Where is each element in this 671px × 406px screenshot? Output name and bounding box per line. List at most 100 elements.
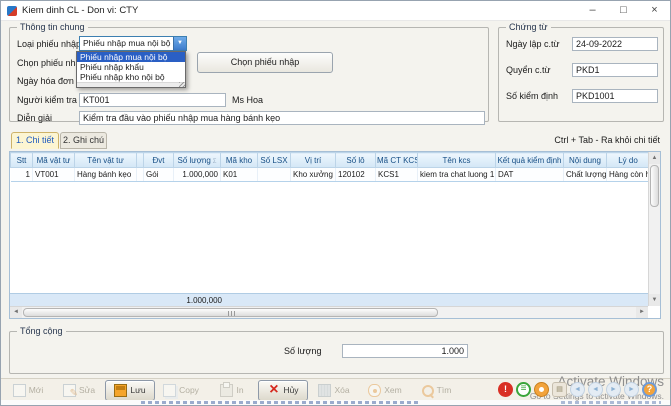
tab-ghi-chu[interactable]: 2. Ghi chú — [60, 132, 107, 149]
cell-ma-kho[interactable]: K01 — [221, 168, 258, 182]
cell-so-luong[interactable]: 1.000,000 — [174, 168, 221, 182]
cell-vi-tri[interactable]: Kho xưởng — [291, 168, 336, 182]
close-button[interactable]: × — [639, 1, 670, 21]
minimize-button[interactable]: – — [577, 1, 608, 21]
col-header-ket-qua[interactable]: Kết quả kiểm định — [496, 153, 564, 168]
find-button[interactable]: Tìm — [411, 380, 461, 401]
nav-prev-icon[interactable]: ◄ — [588, 382, 603, 397]
col-header-ly-do[interactable]: Lý do — [607, 153, 650, 168]
hscroll-thumb[interactable] — [23, 308, 438, 317]
scroll-left-icon[interactable]: ◄ — [10, 307, 22, 318]
nav-first-icon[interactable]: ◄ — [570, 382, 585, 397]
dropdown-option[interactable]: Phiếu nhập khẩu — [77, 62, 185, 72]
cell-so-lsx[interactable] — [258, 168, 291, 182]
total-group-title: Tổng cộng — [17, 326, 66, 336]
chon-phieu-nhap-button[interactable]: Chọn phiếu nhập — [197, 52, 333, 73]
help-icon[interactable]: ? — [642, 382, 657, 397]
chungtu-group-title: Chứng từ — [506, 22, 551, 32]
col-header-so-luong[interactable]: Số lượngΣ — [174, 153, 221, 168]
col-header-stt[interactable]: Stt — [11, 153, 33, 168]
vertical-scrollbar[interactable]: ▲ ▼ — [648, 152, 660, 306]
chungtu-group: Chứng từ Ngày lập c.từ 24-09-2022 Quyển … — [498, 27, 664, 122]
nav-next-icon[interactable]: ► — [606, 382, 621, 397]
notes-icon[interactable]: ▤ — [552, 382, 567, 397]
list-icon[interactable]: ≡ — [516, 382, 531, 397]
sort-indicator-icon: Σ — [213, 159, 217, 165]
dropdown-footer — [77, 82, 185, 87]
loai-phieu-nhap-combobox[interactable]: Phiếu nhập mua nội bộ ▼ — [79, 36, 187, 51]
maximize-button[interactable]: □ — [608, 1, 639, 21]
col-header-so-lo[interactable]: Số lô — [336, 153, 376, 168]
trash-icon — [318, 384, 331, 397]
window-title: Kiem dinh CL - Don vi: CTY — [22, 5, 138, 16]
cell-ten-kcs[interactable]: kiem tra chat luong 1 — [418, 168, 496, 182]
save-button[interactable]: Lưu — [105, 380, 155, 401]
cell-so-lo[interactable]: 120102 — [336, 168, 376, 182]
col-header-ma-ct-kcs[interactable]: Mã CT KCS — [376, 153, 418, 168]
scroll-down-icon[interactable]: ▼ — [649, 294, 660, 306]
total-group: Tổng cộng Số lượng 1.000 — [9, 331, 664, 374]
cell-ma-ct-kcs[interactable]: KCS1 — [376, 168, 418, 182]
grid-summary-row: 1.000,000 — [10, 293, 648, 306]
error-icon[interactable]: ! — [498, 382, 513, 397]
col-header-dvt[interactable]: Đvt — [144, 153, 174, 168]
total-so-luong-input[interactable]: 1.000 — [342, 344, 468, 358]
col-header-ma-kho[interactable]: Mã kho — [221, 153, 258, 168]
copy-button[interactable]: Copy — [156, 380, 206, 401]
eye-icon — [368, 384, 381, 397]
nav-last-icon[interactable]: ► — [624, 382, 639, 397]
resize-grip-icon[interactable] — [179, 82, 185, 87]
tab-chi-tiet[interactable]: 1. Chi tiết — [11, 132, 59, 149]
view-button[interactable]: Xem — [360, 380, 410, 401]
quyen-ctu-label: Quyển c.từ — [506, 65, 551, 75]
print-button[interactable]: In — [207, 380, 257, 401]
table-row[interactable]: 1 VT001 Hàng bánh kẹo Gói 1.000,000 K01 … — [11, 168, 650, 182]
ngay-lap-ctu-input[interactable]: 24-09-2022 — [572, 37, 658, 51]
nguoi-kiem-tra-name: Ms Hoa — [232, 95, 263, 105]
cell-dvt[interactable]: Gói — [144, 168, 174, 182]
new-page-icon — [13, 384, 26, 397]
scroll-right-icon[interactable]: ► — [636, 307, 648, 318]
quyen-ctu-input[interactable]: PKD1 — [572, 63, 658, 77]
col-header-ten-kcs[interactable]: Tên kcs — [418, 153, 496, 168]
magnifier-icon — [421, 384, 434, 397]
general-info-group-title: Thông tin chung — [17, 22, 88, 32]
cell-ly-do[interactable]: Hàng còn hạn — [607, 168, 650, 182]
title-bar[interactable]: Kiem dinh CL - Don vi: CTY – □ × — [1, 1, 670, 21]
dropdown-option[interactable]: Phiếu nhập kho nội bộ — [77, 72, 185, 82]
col-header-vi-tri[interactable]: Vị trí — [291, 153, 336, 168]
gear-icon[interactable] — [534, 382, 549, 397]
col-header-noi-dung[interactable]: Nội dung — [564, 153, 607, 168]
dien-giai-input[interactable]: Kiểm tra đầu vào phiếu nhập mua hàng bán… — [79, 111, 485, 125]
grid-table: Stt Mã vật tư Tên vật tư Đvt Số lượngΣ M… — [10, 152, 650, 182]
chevron-down-icon[interactable]: ▼ — [173, 37, 186, 50]
horizontal-scrollbar[interactable]: ◄ ► — [10, 306, 648, 318]
col-header-spacer — [137, 153, 144, 168]
vscroll-thumb[interactable] — [650, 165, 659, 207]
delete-button[interactable]: Xóa — [309, 380, 359, 401]
new-button[interactable]: Mới — [3, 380, 53, 401]
app-window: Kiem dinh CL - Don vi: CTY – □ × Thông t… — [0, 0, 671, 406]
cell-noi-dung[interactable]: Chất lượng đạt — [564, 168, 607, 182]
cell-ket-qua[interactable]: DAT — [496, 168, 564, 182]
copy-icon — [163, 384, 176, 397]
cancel-button[interactable]: ×Hủy — [258, 380, 308, 401]
detail-grid: Stt Mã vật tư Tên vật tư Đvt Số lượngΣ M… — [9, 151, 661, 319]
cell-stt[interactable]: 1 — [11, 168, 33, 182]
cell-ma-vat-tu[interactable]: VT001 — [33, 168, 75, 182]
so-kiem-dinh-input[interactable]: PKD1001 — [572, 89, 658, 103]
scroll-grip-icon — [228, 311, 235, 316]
ngay-hoa-don-label: Ngày hóa đơn — [17, 76, 74, 86]
nguoi-kiem-tra-input[interactable]: KT001 — [79, 93, 226, 107]
cancel-x-icon: × — [267, 384, 280, 397]
col-header-so-lsx[interactable]: Số LSX — [258, 153, 291, 168]
col-header-ten-vat-tu[interactable]: Tên vật tư — [75, 153, 137, 168]
tab-hint-text: Ctrl + Tab - Ra khỏi chi tiết — [554, 135, 660, 145]
dropdown-option[interactable]: Phiếu nhập mua nội bộ — [77, 52, 185, 62]
col-header-ma-vat-tu[interactable]: Mã vật tư — [33, 153, 75, 168]
scroll-up-icon[interactable]: ▲ — [649, 152, 660, 164]
loai-phieu-nhap-label: Loại phiếu nhập — [17, 39, 81, 49]
edit-button[interactable]: Sửa — [54, 380, 104, 401]
total-so-luong-label: Số lượng — [284, 346, 321, 356]
cell-ten-vat-tu[interactable]: Hàng bánh kẹo — [75, 168, 137, 182]
